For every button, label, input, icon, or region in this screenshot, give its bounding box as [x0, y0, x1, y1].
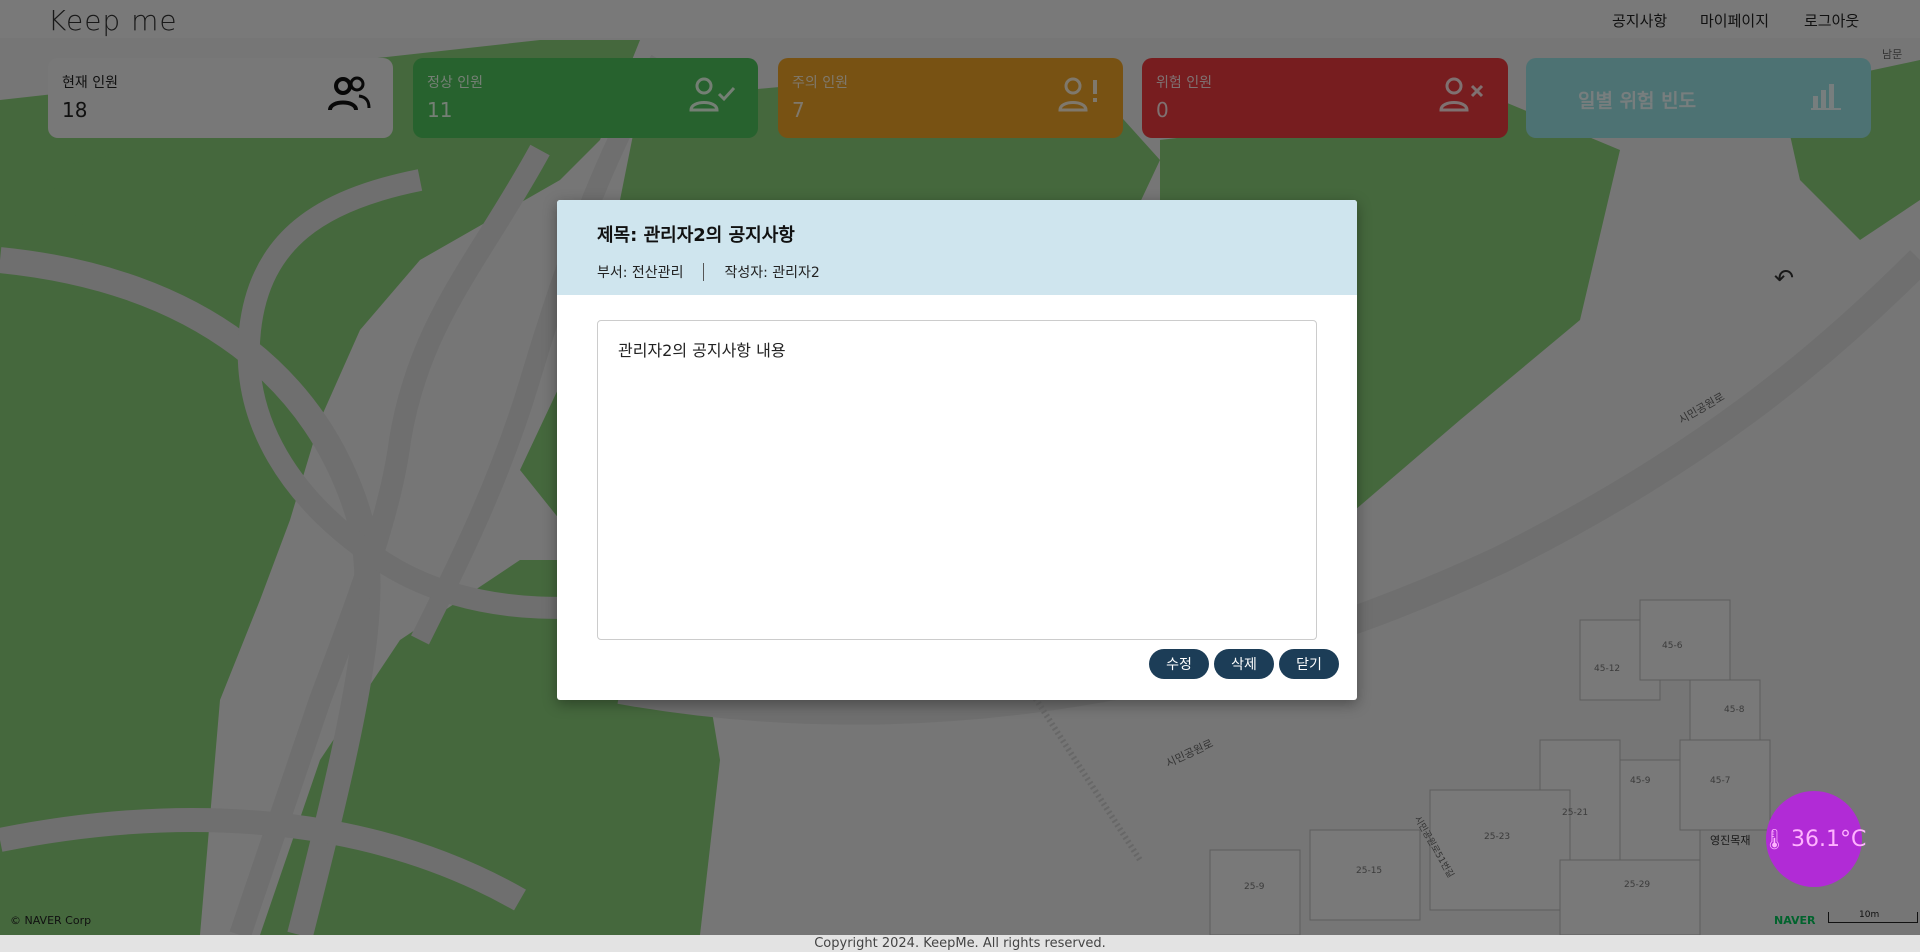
temperature-value: 36.1°C [1791, 826, 1867, 852]
modal-department: 부서: 전산관리 [597, 265, 684, 281]
modal-author: 작성자: 관리자2 [724, 265, 820, 281]
temperature-badge[interactable]: 🌡 36.1°C [1762, 791, 1866, 887]
modal-meta: 부서: 전산관리 작성자: 관리자2 [597, 262, 820, 282]
thermometer-icon: 🌡 [1761, 827, 1788, 851]
delete-button[interactable]: 삭제 [1214, 649, 1274, 679]
edit-button[interactable]: 수정 [1149, 649, 1209, 679]
modal-title: 제목: 관리자2의 공지사항 [597, 225, 795, 246]
footer: Copyright 2024. KeepMe. All rights reser… [0, 935, 1920, 952]
meta-divider [703, 263, 705, 281]
modal-content: 관리자2의 공지사항 내용 [597, 320, 1317, 640]
close-button[interactable]: 닫기 [1279, 649, 1339, 679]
notice-modal: 제목: 관리자2의 공지사항 부서: 전산관리 작성자: 관리자2 관리자2의 … [557, 200, 1357, 700]
modal-header: 제목: 관리자2의 공지사항 부서: 전산관리 작성자: 관리자2 [557, 200, 1357, 295]
